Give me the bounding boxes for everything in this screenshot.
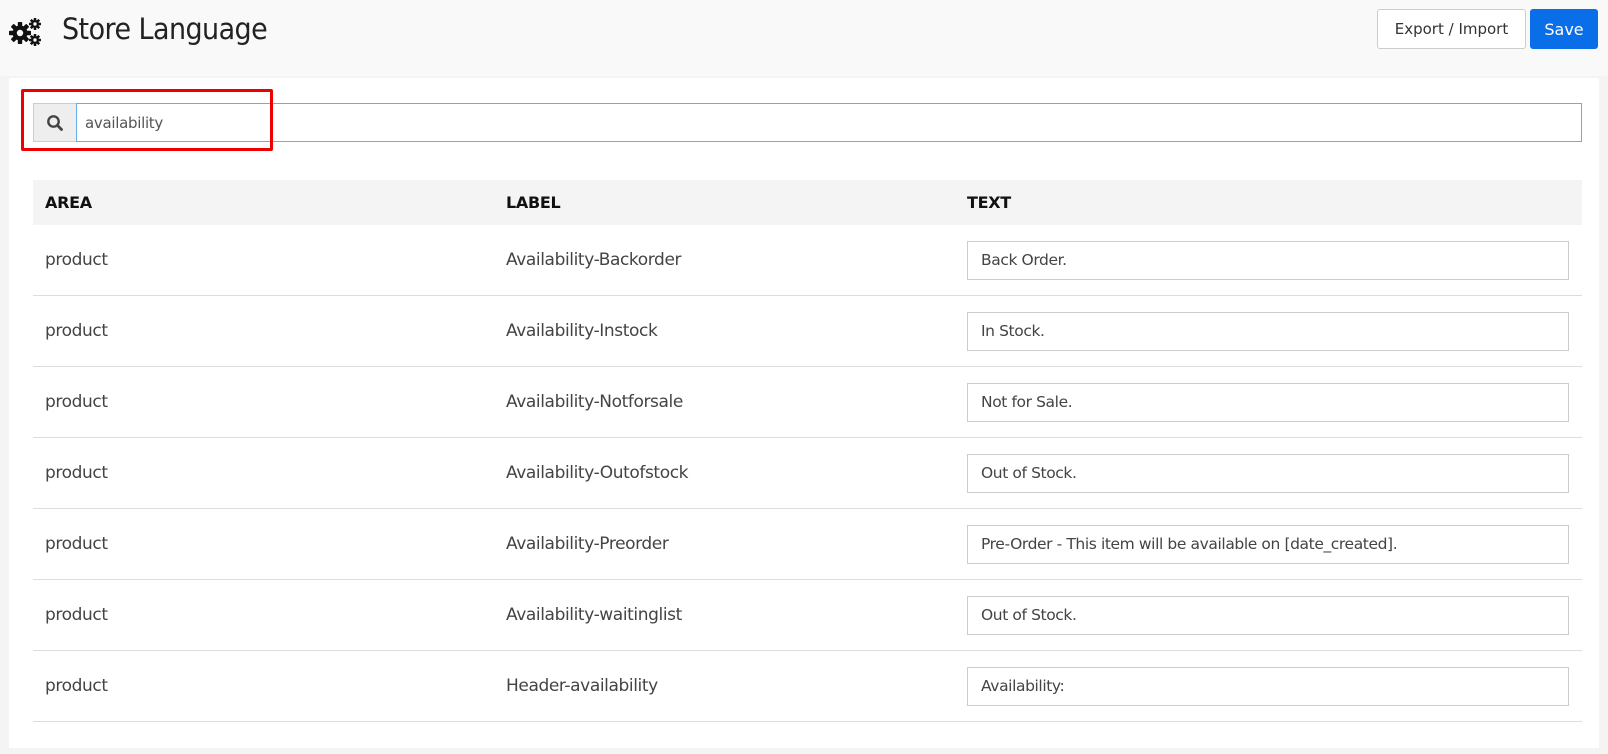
- label-cell: Availability-Preorder: [506, 534, 669, 554]
- search-group: [33, 103, 1582, 142]
- text-input[interactable]: [967, 666, 1569, 706]
- text-input[interactable]: [967, 240, 1569, 280]
- area-cell: product: [45, 250, 108, 270]
- text-input[interactable]: [967, 524, 1569, 564]
- area-cell: product: [45, 321, 108, 341]
- table-row: product Availability-waitinglist: [33, 580, 1582, 651]
- table-row: product Availability-Instock: [33, 296, 1582, 367]
- save-button[interactable]: Save: [1530, 9, 1598, 49]
- column-header-area: AREA: [45, 193, 92, 212]
- table-row: product Header-availability: [33, 651, 1582, 722]
- search-input[interactable]: [76, 103, 1582, 142]
- text-input[interactable]: [967, 311, 1569, 351]
- gears-icon: [9, 18, 41, 46]
- area-cell: product: [45, 534, 108, 554]
- area-cell: product: [45, 392, 108, 412]
- table-row: product Availability-Notforsale: [33, 367, 1582, 438]
- text-input[interactable]: [967, 382, 1569, 422]
- text-input[interactable]: [967, 453, 1569, 493]
- search-icon: [47, 114, 63, 131]
- page-title: Store Language: [62, 12, 268, 46]
- area-cell: product: [45, 676, 108, 696]
- table-row: product Availability-Outofstock: [33, 438, 1582, 509]
- language-panel: AREA LABEL TEXT product Availability-Bac…: [9, 78, 1599, 748]
- label-cell: Availability-waitinglist: [506, 605, 682, 625]
- top-bar: Store Language Export / Import Save: [0, 0, 1608, 76]
- label-cell: Availability-Outofstock: [506, 463, 689, 483]
- export-import-button[interactable]: Export / Import: [1377, 9, 1526, 49]
- label-cell: Header-availability: [506, 676, 658, 696]
- table-row: product Availability-Preorder: [33, 509, 1582, 580]
- text-input[interactable]: [967, 595, 1569, 635]
- area-cell: product: [45, 605, 108, 625]
- label-cell: Availability-Instock: [506, 321, 658, 341]
- search-addon: [33, 103, 76, 142]
- area-cell: product: [45, 463, 108, 483]
- label-cell: Availability-Notforsale: [506, 392, 683, 412]
- language-table: AREA LABEL TEXT product Availability-Bac…: [33, 180, 1582, 722]
- label-cell: Availability-Backorder: [506, 250, 682, 270]
- table-row: product Availability-Backorder: [33, 225, 1582, 296]
- column-header-text: TEXT: [967, 193, 1011, 212]
- table-header: AREA LABEL TEXT: [33, 180, 1582, 225]
- column-header-label: LABEL: [506, 193, 561, 212]
